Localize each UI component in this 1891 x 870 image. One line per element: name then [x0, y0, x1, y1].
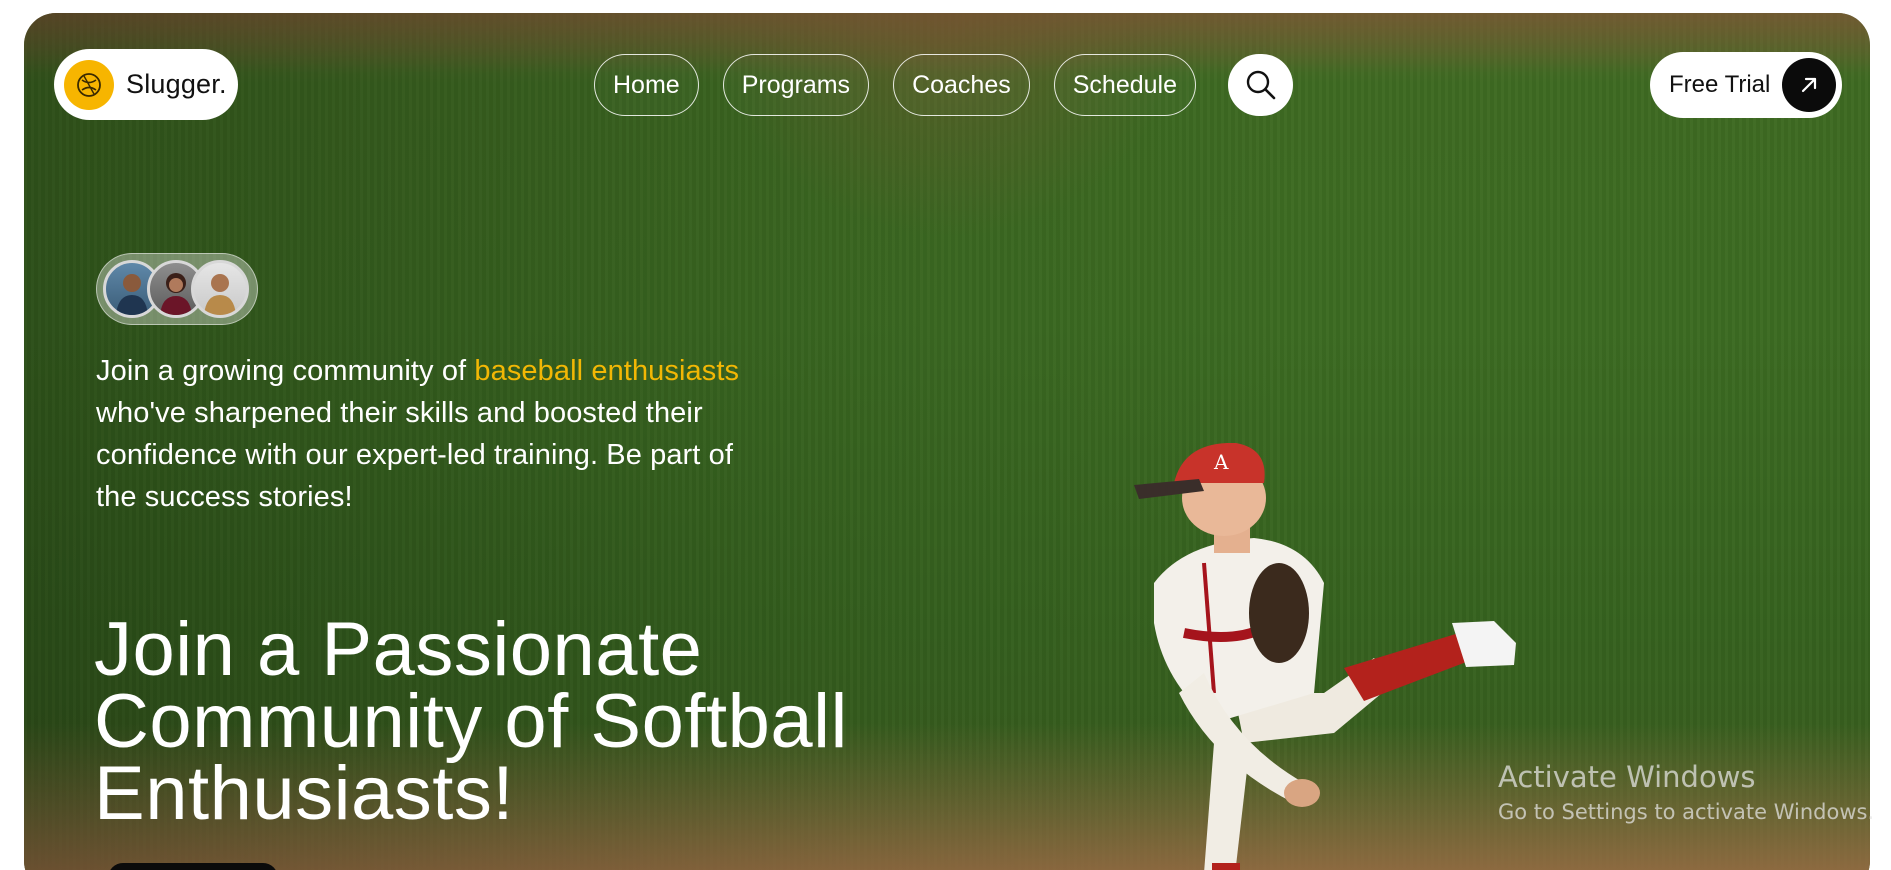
main-nav: Home Programs Coaches Schedule [594, 54, 1196, 116]
hero-headline: Join a Passionate Community of Softball … [94, 607, 848, 836]
pitcher-image: A [1134, 443, 1516, 870]
nav-item-label: Home [613, 70, 680, 99]
blurb-text: who've sharpened their skills and booste… [96, 397, 734, 513]
nav-item-label: Coaches [912, 70, 1011, 99]
free-trial-button[interactable]: Free Trial [1650, 52, 1842, 118]
nav-item-home[interactable]: Home [594, 54, 699, 116]
community-blurb: Join a growing community of baseball ent… [96, 350, 746, 518]
watermark-title: Activate Windows [1498, 760, 1756, 794]
watermark-subtitle: Go to Settings to activate Windows. [1498, 800, 1875, 824]
search-icon [1246, 70, 1275, 100]
nav-item-coaches[interactable]: Coaches [893, 54, 1030, 116]
community-avatars [96, 253, 258, 325]
svg-text:A: A [1213, 450, 1229, 474]
brand-name: Slugger. [126, 69, 227, 99]
nav-item-schedule[interactable]: Schedule [1053, 54, 1196, 116]
blurb-highlight: baseball enthusiasts [474, 355, 740, 387]
blurb-text: Join a growing community of [96, 355, 475, 387]
search-button[interactable] [1228, 54, 1293, 116]
nav-item-programs[interactable]: Programs [722, 54, 870, 116]
baseball-glove-icon [64, 59, 114, 110]
free-trial-label: Free Trial [1669, 71, 1771, 98]
nav-item-label: Schedule [1072, 70, 1177, 99]
windows-activation-watermark: Activate Windows Go to Settings to activ… [1498, 760, 1874, 824]
arrow-up-right-icon [1782, 58, 1836, 112]
brand-logo[interactable]: Slugger. [54, 49, 238, 120]
nav-item-label: Programs [741, 70, 851, 99]
hero-cta-button[interactable] [108, 863, 278, 870]
avatar [191, 260, 249, 318]
